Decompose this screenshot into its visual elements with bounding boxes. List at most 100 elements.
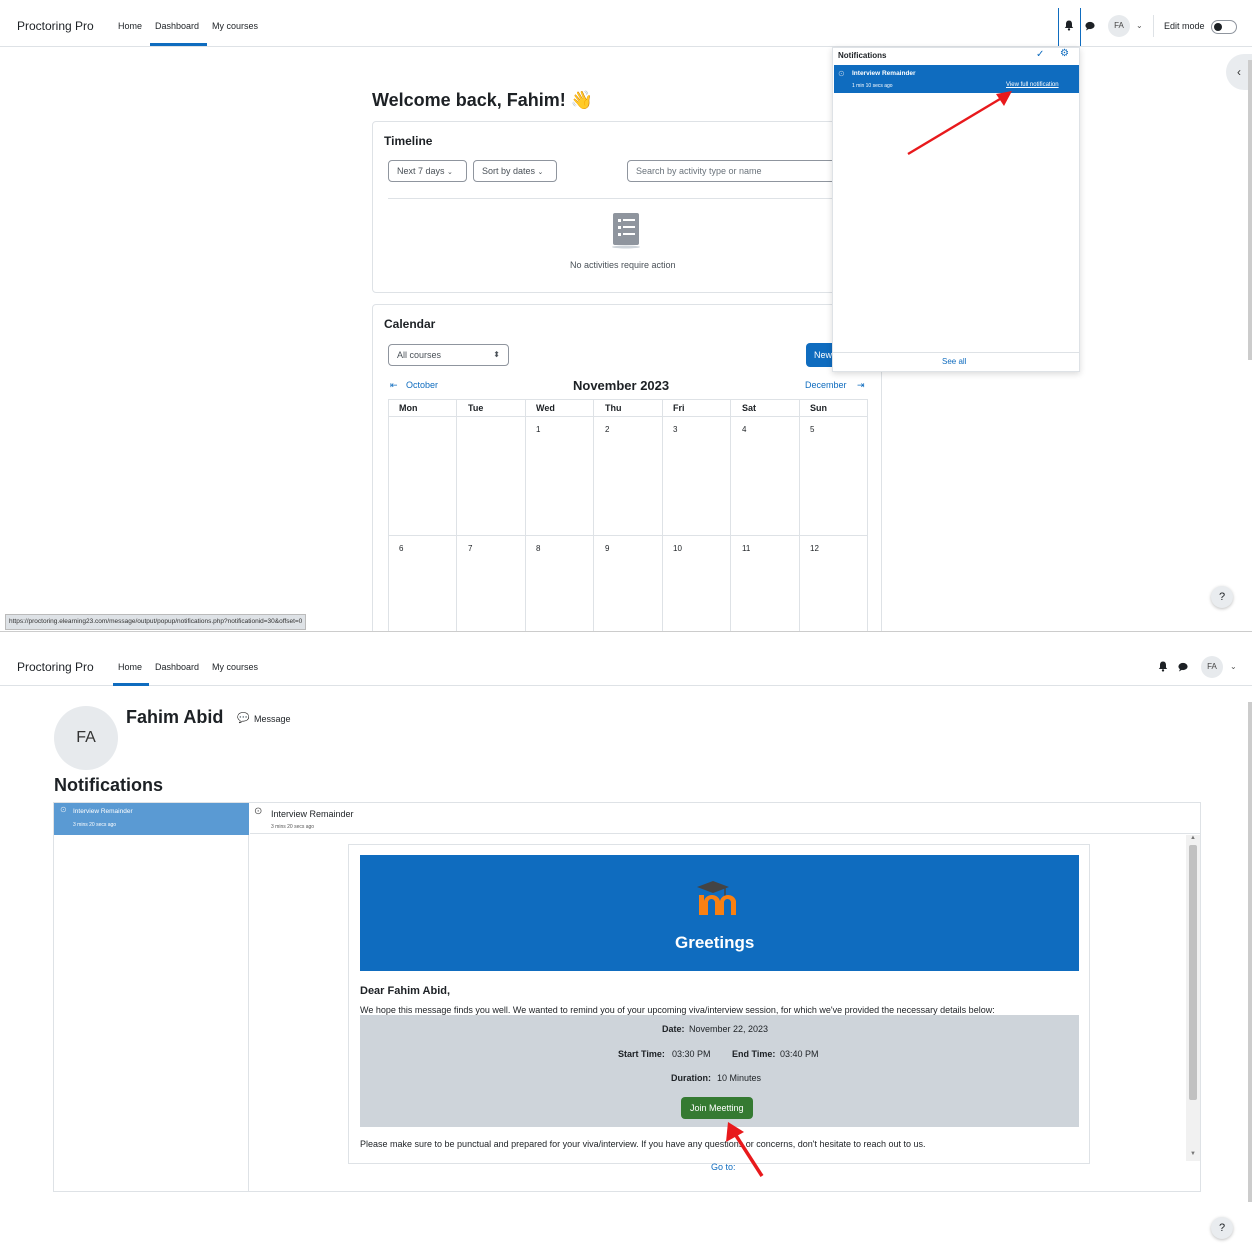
scroll-up-arrow-icon[interactable]: ▲ [1190,835,1196,841]
prev-month-link[interactable]: October [406,380,438,390]
timeline-title: Timeline [384,134,433,148]
notification-page-screenshot: Proctoring Pro Home Dashboard My courses… [0,631,1252,1258]
scroll-thumb[interactable] [1189,845,1197,1100]
nav-home[interactable]: Home [118,21,142,31]
chat-bubble-icon[interactable] [1085,21,1095,31]
bell-icon[interactable] [1064,20,1074,31]
profile-name: Fahim Abid [126,707,224,727]
weekday-fri: Fri [673,403,685,413]
chevron-down-icon[interactable]: ⌄ [1230,662,1237,671]
weekday-wed: Wed [536,403,555,413]
status-bar-url: https://proctoring.elearning23.com/messa… [5,614,307,630]
join-meeting-button[interactable]: Join Meetting [681,1097,753,1119]
scroll-down-arrow-icon[interactable]: ▼ [1190,1151,1196,1157]
calendar-day[interactable]: 3 [673,425,677,434]
nav-my-courses[interactable]: My courses [212,21,258,31]
notification-list-item[interactable]: ⊙ Interview Remainder 3 mins 20 secs ago [54,803,249,835]
see-all-link[interactable]: See all [942,357,966,366]
timeline-range-dropdown[interactable]: Next 7 days ⌄ [388,160,467,182]
calendar-day[interactable]: 10 [673,544,682,553]
prev-month-arrow-icon[interactable]: ⇤ [390,380,398,391]
calendar-day[interactable]: 6 [399,544,403,553]
chat-bubble-icon[interactable] [1178,662,1188,672]
nav-home[interactable]: Home [118,662,142,672]
date-label: Date: [662,1024,685,1034]
settings-gear-icon[interactable]: ⚙ [1060,48,1069,59]
nav-active-indicator [113,683,149,686]
calendar-day[interactable]: 1 [536,425,540,434]
notification-list-time: 3 mins 20 secs ago [73,822,117,828]
moodle-logo-icon [697,881,736,915]
calendar-grid: Mon Tue Wed Thu Fri Sat Sun 1 2 3 4 5 6 … [388,399,868,631]
duration-value: 10 Minutes [717,1073,762,1083]
notification-detail-time: 3 mins 20 secs ago [271,824,315,830]
timeline-card: Timeline Next 7 days ⌄ Sort by dates ⌄ S… [372,121,882,293]
nav-dashboard[interactable]: Dashboard [155,21,199,31]
message-bubble-icon[interactable]: 💬 [237,713,249,724]
calendar-month-label: November 2023 [573,378,670,393]
divider [833,352,1079,353]
message-link[interactable]: Message [254,714,291,724]
popover-title: Notifications [838,51,887,60]
annotation-arrow [907,91,1012,156]
nav-dashboard[interactable]: Dashboard [155,662,199,672]
calendar-day[interactable]: 8 [536,544,540,553]
edit-mode-toggle[interactable] [1211,20,1237,34]
nav-active-indicator [150,43,207,46]
duration-label: Duration: [671,1073,711,1083]
meeting-details-box: Date: November 22, 2023 Start Time: 03:3… [360,1015,1079,1127]
chevron-down-icon[interactable]: ⌄ [1136,21,1143,30]
weekday-sat: Sat [742,403,757,413]
top-navbar: Proctoring Pro Home Dashboard My courses… [0,0,1252,47]
notification-list: ⊙ Interview Remainder 3 mins 20 secs ago [54,803,249,1191]
greetings-banner: Greetings [360,855,1079,971]
timeline-sort-dropdown[interactable]: Sort by dates ⌄ [473,160,557,182]
page-title: Notifications [54,775,164,795]
notification-dot-icon: ⊙ [838,69,845,78]
page-scrollbar[interactable] [1248,702,1252,1202]
weekday-thu: Thu [605,403,622,413]
calendar-day[interactable]: 9 [605,544,609,553]
user-avatar[interactable]: FA [1201,656,1223,678]
profile-avatar: FA [54,706,118,770]
notification-time: 1 min 10 secs ago [852,83,893,89]
email-scrollbar[interactable]: ▲ ▼ [1186,835,1200,1161]
page-scrollbar[interactable] [1248,60,1252,360]
site-brand[interactable]: Proctoring Pro [17,660,94,674]
calendar-day[interactable]: 11 [742,544,750,553]
divider [1080,8,1081,46]
site-brand[interactable]: Proctoring Pro [17,19,94,33]
timeline-empty-text: No activities require action [570,260,676,270]
weekday-tue: Tue [468,403,484,413]
dashboard-screenshot: Proctoring Pro Home Dashboard My courses… [0,0,1252,631]
notification-title: Interview Remainder [852,70,916,77]
notification-detail-title: Interview Remainder [271,809,354,819]
email-salutation: Dear Fahim Abid, [360,985,451,997]
weekday-mon: Mon [399,403,418,413]
divider [1058,8,1059,46]
mark-all-read-check-icon[interactable]: ✓ [1036,49,1044,60]
calendar-day[interactable]: 7 [468,544,472,553]
calendar-day[interactable]: 4 [742,425,746,434]
divider [250,833,1200,834]
help-button[interactable]: ? [1211,1217,1233,1239]
edit-mode-label: Edit mode [1164,21,1205,31]
notification-list-title: Interview Remainder [73,808,133,815]
calendar-day[interactable]: 2 [605,425,609,434]
activity-list-icon [612,213,640,249]
nav-my-courses[interactable]: My courses [212,662,258,672]
calendar-day[interactable]: 12 [810,544,819,553]
email-intro: We hope this message finds you well. We … [360,1005,995,1015]
bell-icon[interactable] [1158,661,1168,672]
calendar-day[interactable]: 5 [810,425,814,434]
start-time-value: 03:30 PM [672,1049,711,1059]
email-closing: Please make sure to be punctual and prep… [360,1139,926,1149]
next-month-arrow-icon[interactable]: ⇥ [857,380,865,391]
help-button[interactable]: ? [1211,586,1233,608]
user-avatar[interactable]: FA [1108,15,1130,37]
greetings-title: Greetings [675,933,755,952]
next-month-link[interactable]: December [805,380,847,390]
calendar-course-select[interactable]: All courses ⬍ [388,344,509,366]
annotation-arrow [726,1122,764,1177]
notification-dot-icon: ⊙ [254,806,263,817]
